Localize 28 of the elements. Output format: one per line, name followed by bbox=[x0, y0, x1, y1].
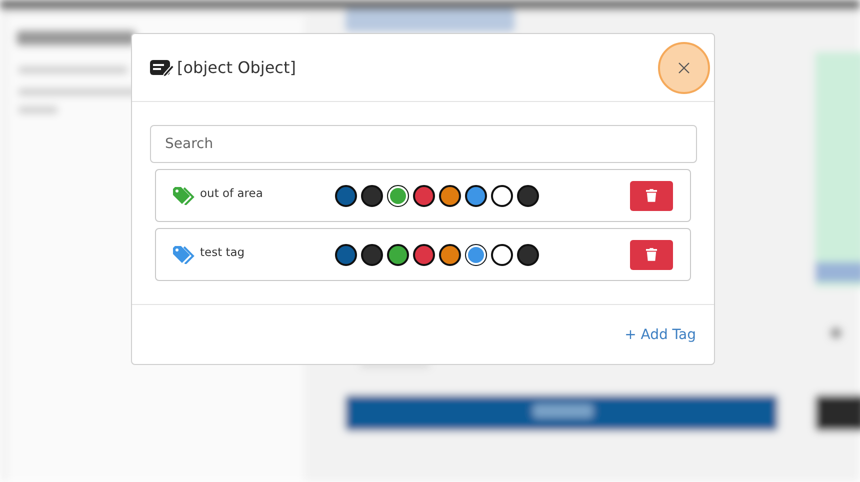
delete-button[interactable] bbox=[630, 180, 673, 210]
note-edit-icon bbox=[150, 58, 174, 76]
blurred-icon bbox=[830, 327, 842, 339]
color-swatch[interactable] bbox=[335, 244, 357, 266]
color-swatch[interactable] bbox=[465, 244, 487, 266]
color-swatch[interactable] bbox=[387, 244, 409, 266]
add-tag-link[interactable]: + Add Tag bbox=[624, 326, 696, 342]
tag-name: test tag bbox=[200, 244, 246, 258]
color-swatch[interactable] bbox=[491, 184, 513, 206]
color-swatch[interactable] bbox=[413, 184, 435, 206]
trash-icon bbox=[646, 189, 657, 202]
tag-name: out of area bbox=[200, 186, 264, 200]
search-field[interactable]: Search bbox=[150, 125, 697, 163]
dialog-title: [object Object] bbox=[177, 58, 297, 77]
color-swatch[interactable] bbox=[439, 244, 461, 266]
color-swatch[interactable] bbox=[387, 184, 409, 206]
color-swatch[interactable] bbox=[491, 244, 513, 266]
close-icon bbox=[678, 62, 690, 74]
trash-icon bbox=[646, 248, 657, 261]
delete-button[interactable] bbox=[630, 240, 673, 270]
color-swatch[interactable] bbox=[517, 184, 539, 206]
color-swatch[interactable] bbox=[413, 244, 435, 266]
color-swatch[interactable] bbox=[517, 244, 539, 266]
color-swatch[interactable] bbox=[335, 184, 357, 206]
color-swatch[interactable] bbox=[361, 244, 383, 266]
color-swatch[interactable] bbox=[465, 184, 487, 206]
color-swatch[interactable] bbox=[361, 184, 383, 206]
color-swatch[interactable] bbox=[439, 184, 461, 206]
